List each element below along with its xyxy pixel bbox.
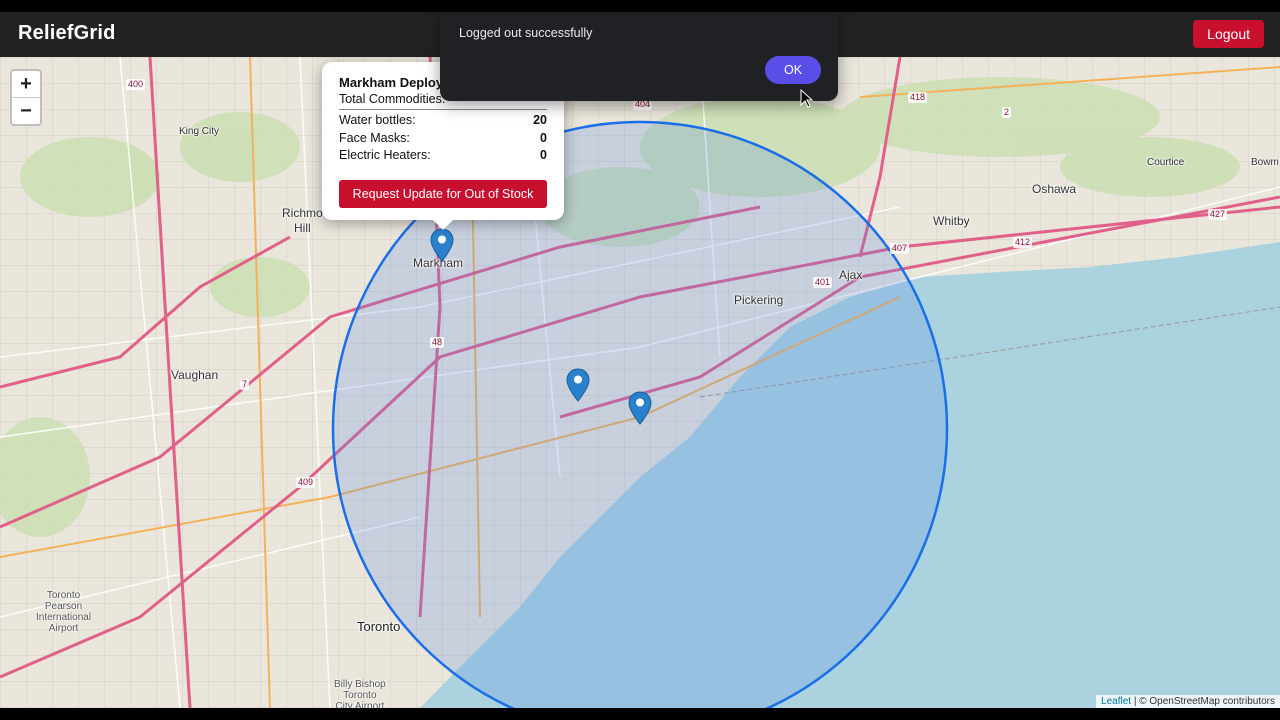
commodity-row: Face Masks: 0: [339, 131, 547, 147]
route-shield: 412: [1013, 237, 1033, 248]
place-billy-bishop: Billy Bishop Toronto City Airport: [334, 679, 386, 708]
dialog-message: Logged out successfully: [459, 26, 593, 40]
location-pin-icon[interactable]: [566, 368, 590, 402]
commodity-name: Face Masks:: [339, 131, 410, 145]
commodity-row: Electric Heaters: 0: [339, 148, 547, 164]
ok-button[interactable]: OK: [765, 56, 821, 84]
brand-logo: ReliefGrid: [18, 22, 116, 44]
route-shield: 401: [813, 277, 833, 288]
popup-tip: [432, 219, 454, 230]
zoom-out-button[interactable]: −: [12, 97, 40, 124]
mouse-cursor-icon: [800, 89, 814, 108]
place-bowm: Bowm: [1251, 157, 1279, 168]
commodity-qty: 0: [540, 148, 547, 162]
place-pearson: Toronto Pearson International Airport: [36, 590, 92, 634]
attribution-text: | © OpenStreetMap contributors: [1131, 696, 1275, 707]
zoom-in-button[interactable]: +: [12, 71, 40, 97]
commodity-name: Electric Heaters:: [339, 148, 431, 162]
place-richmond-hill: Richmo Hill: [282, 206, 323, 235]
popup-title: Markham Deploy: [339, 75, 444, 90]
route-shield: 418: [908, 92, 928, 103]
commodity-name: Water bottles:: [339, 113, 416, 127]
route-shield: 407: [890, 243, 910, 254]
place-king-city: King City: [179, 126, 220, 137]
route-shield: 7: [240, 379, 250, 390]
place-courtice: Courtice: [1147, 157, 1185, 168]
request-update-button[interactable]: Request Update for Out of Stock: [339, 180, 547, 208]
map-view[interactable]: Markham Pickering Ajax Oshawa Whitby Cou…: [0, 57, 1280, 708]
divider: [339, 109, 547, 110]
route-shield: 409: [296, 477, 316, 488]
app-window: ReliefGrid Logout Markham Pickering Ajax…: [0, 12, 1280, 708]
place-oshawa: Oshawa: [1032, 182, 1077, 196]
route-shield: 48: [430, 337, 445, 348]
map-tiles: [0, 57, 1280, 708]
location-pin-icon[interactable]: [430, 228, 454, 262]
leaflet-link[interactable]: Leaflet: [1101, 696, 1131, 707]
commodity-qty: 20: [533, 113, 547, 127]
place-vaughan: Vaughan: [171, 368, 219, 382]
route-shield: 427: [1208, 209, 1228, 220]
place-pickering: Pickering: [734, 293, 784, 307]
route-shield: 400: [126, 79, 146, 90]
location-pin-icon[interactable]: [628, 391, 652, 425]
place-whitby: Whitby: [933, 214, 970, 228]
zoom-control: + −: [10, 69, 42, 126]
map-attribution: Leaflet | © OpenStreetMap contributors: [1096, 695, 1280, 708]
route-shield: 2: [1002, 107, 1012, 118]
alert-dialog: Logged out successfully OK: [440, 12, 838, 101]
commodity-qty: 0: [540, 131, 547, 145]
popup-subtitle: Total Commodities:: [339, 92, 446, 106]
commodity-row: Water bottles: 20: [339, 113, 547, 129]
place-ajax: Ajax: [839, 268, 863, 282]
place-toronto: Toronto: [357, 619, 401, 634]
logout-button[interactable]: Logout: [1193, 20, 1264, 48]
